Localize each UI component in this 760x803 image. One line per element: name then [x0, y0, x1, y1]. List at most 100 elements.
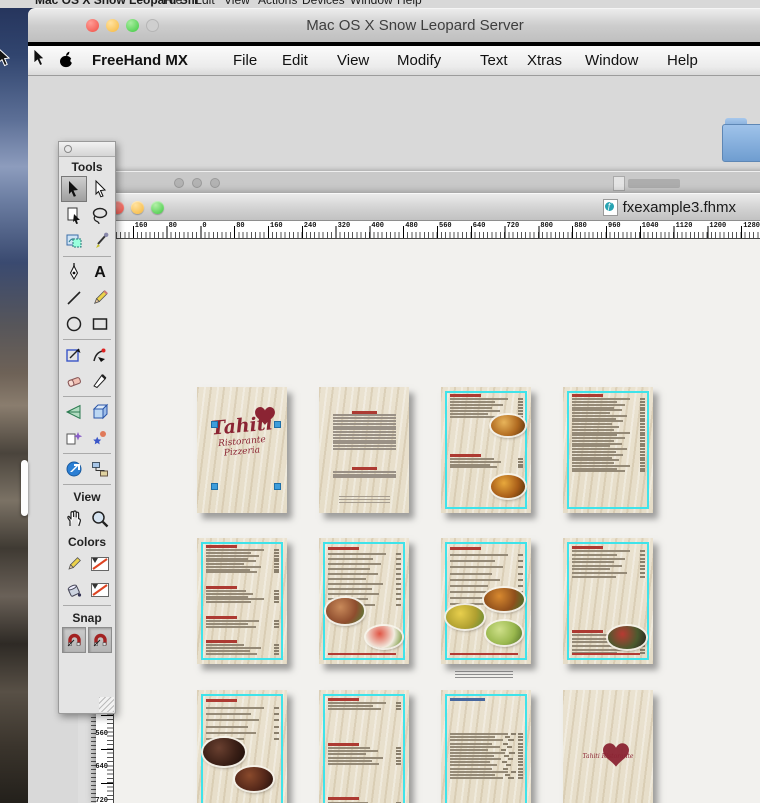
tool-lasso-icon[interactable] — [87, 202, 113, 228]
menu-item-line — [450, 736, 523, 738]
selection-handle[interactable] — [211, 421, 218, 428]
pasteboard-canvas[interactable]: TahitiRistorantePizzeria Tahiti Ristoran… — [114, 239, 760, 803]
color-none-swatch[interactable] — [91, 557, 109, 571]
tool-snap-to-point-icon[interactable] — [62, 627, 86, 653]
vm-titlebar[interactable]: Mac OS X Snow Leopard Server — [28, 8, 760, 42]
doc-zoom-button[interactable] — [151, 201, 164, 214]
inactive-minimize-button[interactable] — [192, 178, 202, 188]
menu-item-help[interactable]: Help — [667, 52, 698, 69]
tool-eyedropper-icon[interactable] — [87, 228, 113, 254]
page-thumbnail[interactable] — [319, 690, 409, 803]
tool-pen-icon[interactable] — [61, 259, 87, 285]
page-thumbnail[interactable] — [441, 538, 531, 664]
tool-graphic-hose-icon[interactable] — [87, 425, 113, 451]
page-thumbnail[interactable] — [319, 538, 409, 664]
tool-scale-icon[interactable] — [61, 342, 87, 368]
tool-text-icon[interactable]: A — [87, 259, 113, 285]
tool-knife-icon[interactable] — [87, 368, 113, 394]
page-thumbnail[interactable] — [197, 538, 287, 664]
page-thumbnail[interactable] — [563, 538, 653, 664]
apple-menu-icon[interactable] — [59, 51, 74, 68]
host-menu-item[interactable]: Devices — [302, 0, 345, 7]
food-photo-image — [608, 626, 646, 649]
menu-item-file[interactable]: File — [233, 52, 257, 69]
page-thumbnail[interactable] — [441, 387, 531, 513]
tool-fill-bucket-icon[interactable] — [61, 577, 87, 603]
tool-row — [59, 399, 115, 425]
tool-hand-icon[interactable] — [61, 506, 87, 532]
menu-item-line — [450, 755, 523, 757]
doc-minimize-button[interactable] — [131, 201, 144, 214]
host-menu-item[interactable]: Edit — [194, 0, 215, 7]
selection-handle[interactable] — [211, 483, 218, 490]
menu-item-text[interactable]: Text — [480, 52, 508, 69]
price-line — [518, 743, 523, 745]
price-line — [274, 590, 279, 592]
host-menu-item[interactable]: View — [224, 0, 250, 7]
text-line — [333, 471, 396, 473]
color-none-swatch[interactable] — [91, 583, 109, 597]
tool-pencil-icon[interactable] — [87, 285, 113, 311]
inactive-close-button[interactable] — [174, 178, 184, 188]
page-thumbnail[interactable] — [563, 387, 653, 513]
menu-item-edit[interactable]: Edit — [282, 52, 308, 69]
tool-rectangle-icon[interactable] — [87, 311, 113, 337]
menu-item-view[interactable]: View — [337, 52, 369, 69]
price-line — [505, 736, 510, 738]
tools-palette-titlebar[interactable] — [59, 142, 115, 157]
page-thumbnail[interactable] — [319, 387, 409, 513]
host-menu-item[interactable]: Actions — [258, 0, 297, 7]
tool-eraser-icon[interactable] — [61, 368, 87, 394]
tool-snap-to-guides-icon[interactable] — [88, 627, 112, 653]
tool-stroke-pencil-icon[interactable] — [61, 551, 87, 577]
host-menu-item[interactable]: Window — [350, 0, 393, 7]
inactive-zoom-button[interactable] — [210, 178, 220, 188]
tool-subselect-icon[interactable] — [87, 176, 113, 202]
page-thumbnail[interactable] — [197, 690, 287, 803]
menu-item-line — [206, 549, 279, 551]
folder-icon[interactable] — [722, 124, 760, 162]
menu-item-xtras[interactable]: Xtras — [527, 52, 562, 69]
price-line — [640, 401, 645, 403]
document-titlebar[interactable]: ƒ fxexample3.fhmx — [96, 193, 760, 221]
tool-freeform-icon[interactable] — [87, 342, 113, 368]
page-thumbnail[interactable]: TahitiRistorantePizzeria — [197, 387, 287, 513]
host-menubar[interactable]: Mac OS X Snow Leopard SmFileEditViewActi… — [0, 0, 760, 8]
tool-trace-icon[interactable] — [61, 228, 87, 254]
host-menu-item[interactable]: File — [163, 0, 182, 7]
item-text-line — [206, 650, 250, 652]
page-thumbnail[interactable] — [441, 690, 531, 803]
tool-action-icon[interactable] — [61, 456, 87, 482]
tool-extrude-icon[interactable] — [87, 399, 113, 425]
selection-handle[interactable] — [274, 421, 281, 428]
price-line — [640, 457, 645, 459]
tool-ellipse-icon[interactable] — [61, 311, 87, 337]
item-text-line — [450, 733, 508, 735]
guest-desktop[interactable]: 163248 ƒ fxexample3.fhmx 240160800801602… — [28, 76, 760, 803]
tool-perspective-icon[interactable] — [61, 399, 87, 425]
menu-app-name[interactable]: FreeHand MX — [92, 52, 188, 69]
menu-item-line — [572, 409, 645, 411]
v-ruler-label: 720 — [95, 797, 108, 803]
item-text-line — [572, 440, 614, 442]
item-text-line — [572, 554, 617, 556]
item-text-line — [450, 413, 488, 415]
tool-pointer-icon[interactable] — [61, 176, 87, 202]
menu-item-modify[interactable]: Modify — [397, 52, 441, 69]
tool-page-icon[interactable] — [61, 202, 87, 228]
price-line — [502, 761, 507, 763]
page-thumbnail[interactable]: Tahiti Ristorante — [563, 690, 653, 803]
host-mouse-cursor-icon — [0, 47, 12, 67]
tool-connector-icon[interactable] — [87, 456, 113, 482]
palette-close-icon[interactable] — [64, 145, 72, 153]
selection-handle[interactable] — [274, 483, 281, 490]
tool-line-icon[interactable] — [61, 285, 87, 311]
host-menu-item[interactable]: Help — [397, 0, 422, 7]
tool-zoom-icon[interactable] — [87, 506, 113, 532]
menu-item-window[interactable]: Window — [585, 52, 638, 69]
price-line — [274, 650, 279, 652]
tool-blend-icon[interactable] — [61, 425, 87, 451]
palette-resize-grip[interactable] — [99, 697, 114, 712]
menu-item-line — [328, 568, 401, 570]
scrollbar-thumb[interactable] — [21, 460, 28, 516]
